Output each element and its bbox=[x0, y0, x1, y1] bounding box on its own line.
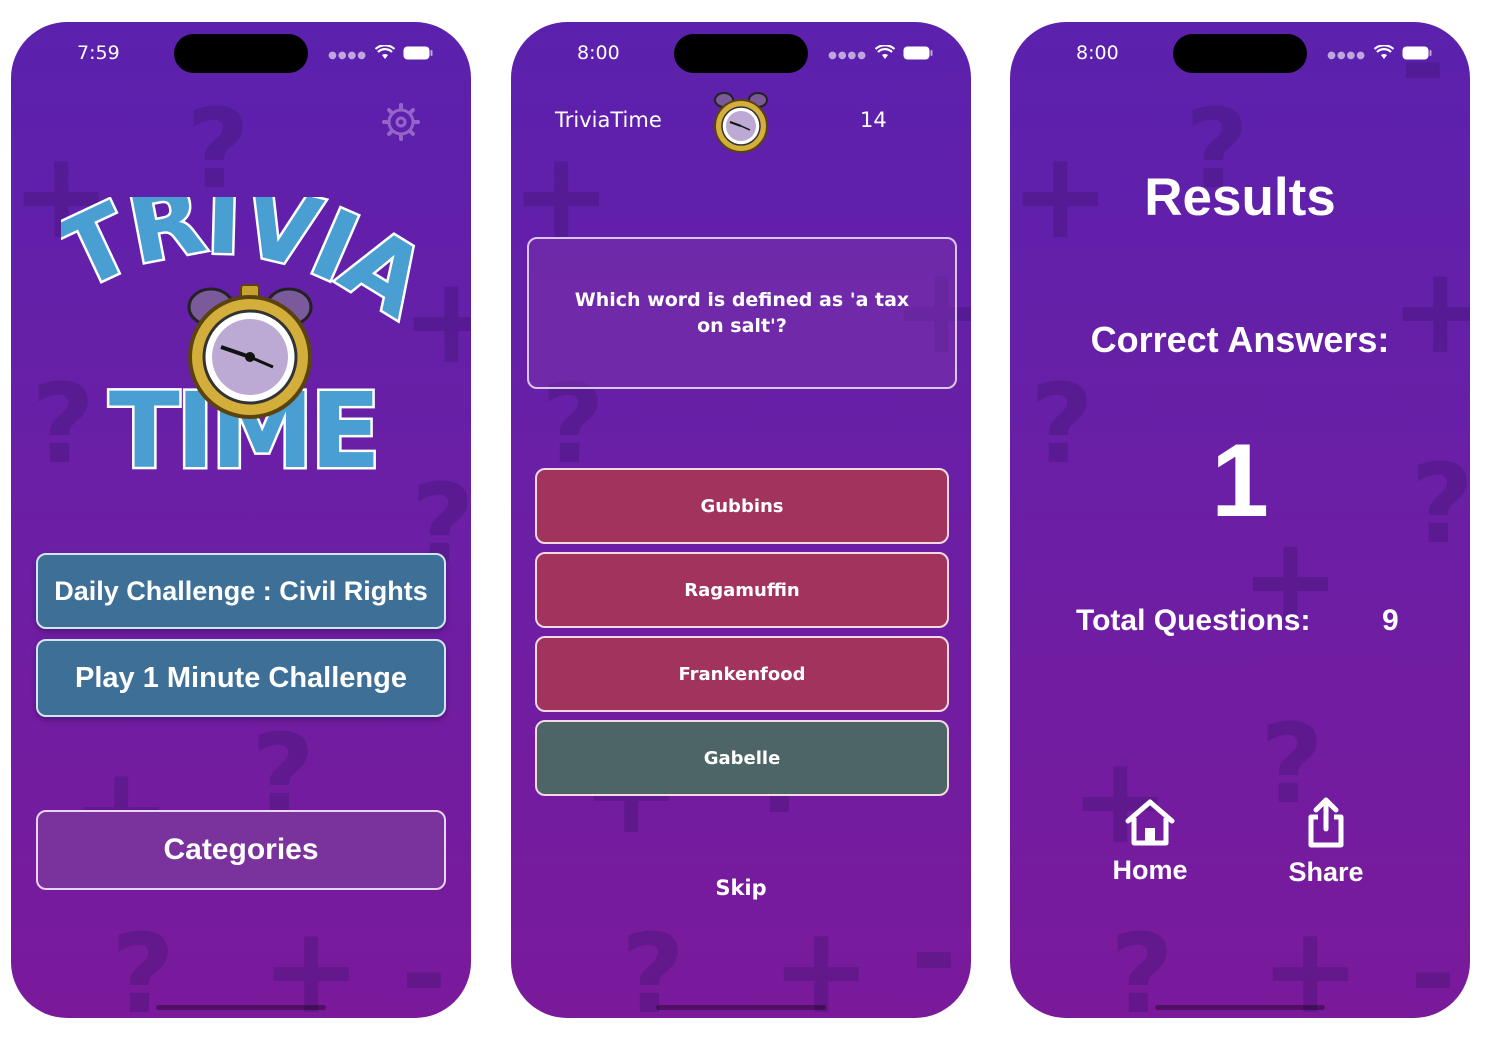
svg-text:-: - bbox=[911, 890, 957, 1018]
svg-text:-: - bbox=[1400, 22, 1446, 128]
answer-button[interactable]: Ragamuffin bbox=[535, 552, 949, 628]
status-icons: ●●●● bbox=[1327, 44, 1432, 61]
wifi-icon bbox=[875, 45, 895, 59]
wifi-icon bbox=[375, 45, 395, 59]
house-icon bbox=[1125, 799, 1175, 846]
app-title: TriviaTime bbox=[555, 108, 662, 132]
svg-text:-: - bbox=[1410, 910, 1456, 1018]
signal-icon: ●●●● bbox=[1327, 50, 1366, 61]
home-indicator bbox=[1155, 1005, 1325, 1010]
svg-text:+: + bbox=[1260, 902, 1361, 1018]
phone-results-screen: ? + - ? + ? + ? + ? + - 8:00 ●●●● Result… bbox=[1010, 22, 1470, 1018]
question-text: Which word is defined as 'a tax on salt'… bbox=[574, 289, 910, 337]
categories-button[interactable]: Categories bbox=[36, 810, 446, 890]
svg-text:?: ? bbox=[111, 910, 175, 1018]
svg-text:+: + bbox=[771, 902, 872, 1018]
svg-text:?: ? bbox=[1110, 910, 1174, 1018]
share-label: Share bbox=[1288, 857, 1364, 887]
home-button[interactable]: Home bbox=[1080, 797, 1220, 886]
svg-text:+: + bbox=[261, 902, 362, 1018]
minute-challenge-button[interactable]: Play 1 Minute Challenge bbox=[36, 639, 446, 717]
answer-button-correct[interactable]: Gabelle bbox=[535, 720, 949, 796]
status-icons: ●●●● bbox=[828, 44, 933, 61]
signal-icon: ●●●● bbox=[328, 50, 367, 61]
dynamic-island bbox=[1173, 34, 1307, 73]
gear-icon[interactable] bbox=[381, 102, 421, 142]
answer-button[interactable]: Frankenfood bbox=[535, 636, 949, 712]
alarm-clock-icon bbox=[714, 92, 768, 153]
phone-home-screen: ? + ? + ? ? + ? + - 7:59 ●●●● bbox=[11, 22, 471, 1018]
home-indicator bbox=[656, 1005, 826, 1010]
phone-question-screen: + ? + ? + ? + - 8:00 ●●●● TriviaTime 14 … bbox=[511, 22, 971, 1018]
status-time: 8:00 bbox=[1076, 42, 1119, 64]
share-button[interactable]: Share bbox=[1256, 797, 1396, 888]
status-time: 8:00 bbox=[577, 42, 620, 64]
alarm-clock-icon bbox=[187, 284, 313, 419]
correct-answers-label: Correct Answers: bbox=[1090, 319, 1390, 360]
question-counter: 14 bbox=[860, 108, 887, 132]
share-icon bbox=[1308, 797, 1344, 848]
daily-challenge-button[interactable]: Daily Challenge : Civil Rights bbox=[36, 553, 446, 629]
status-time: 7:59 bbox=[77, 42, 120, 64]
battery-icon bbox=[403, 46, 433, 59]
total-questions-value: 9 bbox=[1382, 604, 1399, 637]
dynamic-island bbox=[174, 34, 308, 73]
battery-icon bbox=[1402, 46, 1432, 59]
answer-button[interactable]: Gubbins bbox=[535, 468, 949, 544]
skip-button[interactable]: Skip bbox=[511, 876, 971, 900]
svg-text:-: - bbox=[401, 910, 447, 1018]
trivia-time-logo: TRIVIA TIME bbox=[61, 197, 421, 482]
svg-text:?: ? bbox=[621, 910, 685, 1018]
svg-text:?: ? bbox=[186, 85, 250, 213]
status-icons: ●●●● bbox=[328, 44, 433, 61]
dynamic-island bbox=[674, 34, 808, 73]
home-label: Home bbox=[1112, 855, 1188, 885]
question-card: Which word is defined as 'a tax on salt'… bbox=[527, 237, 957, 389]
signal-icon: ●●●● bbox=[828, 50, 867, 61]
total-questions-label: Total Questions: bbox=[1076, 604, 1311, 637]
home-indicator bbox=[156, 1005, 326, 1010]
results-title: Results bbox=[1144, 168, 1336, 227]
wifi-icon bbox=[1374, 45, 1394, 59]
correct-answers-value: 1 bbox=[1211, 423, 1269, 539]
battery-icon bbox=[903, 46, 933, 59]
